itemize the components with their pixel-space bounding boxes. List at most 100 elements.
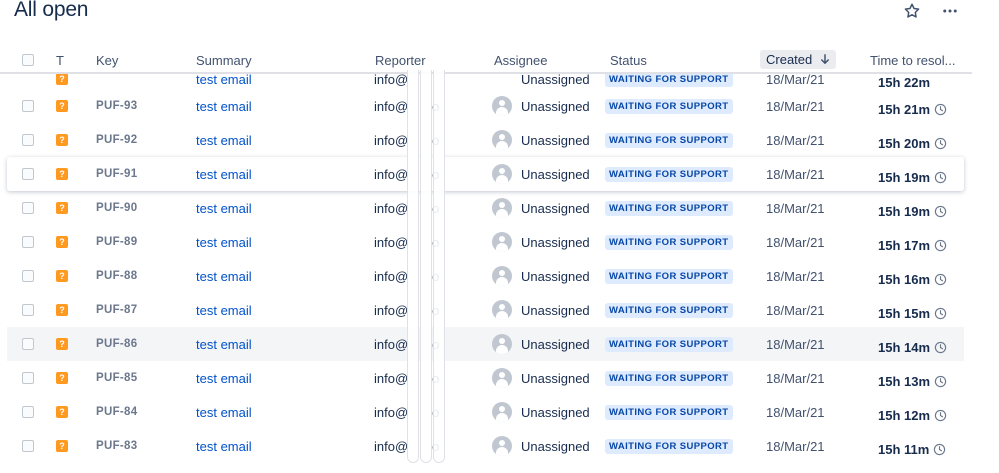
status-badge: WAITING FOR SUPPORT — [605, 370, 733, 386]
avatar — [492, 300, 512, 320]
reporter-text: info@ — [374, 404, 409, 420]
column-reporter[interactable]: Reporter — [375, 53, 426, 68]
assignee-cell[interactable]: Unassigned — [492, 429, 590, 463]
assignee-cell[interactable]: Unassigned — [492, 89, 590, 123]
column-summary[interactable]: Summary — [196, 53, 252, 68]
table-row[interactable]: ? PUF-87 test email info@ o Unassigned WA… — [7, 293, 964, 327]
table-row[interactable]: ? PUF-90 test email info@ o Unassigned WA… — [7, 191, 964, 225]
issue-key[interactable]: PUF-86 — [96, 327, 137, 361]
reporter-text: info@ — [374, 234, 409, 250]
assignee-cell[interactable]: Unassigned — [492, 225, 590, 259]
summary-link[interactable]: test email — [196, 225, 252, 259]
assignee-cell[interactable]: Unassigned — [492, 293, 590, 327]
summary-link[interactable]: test email — [196, 157, 252, 191]
reporter-text-tail: o — [432, 200, 440, 216]
issue-key[interactable]: PUF-91 — [96, 157, 137, 191]
table-row[interactable]: ? PUF-86 test email info@ o Unassigned WA… — [7, 327, 964, 361]
clock-icon — [934, 137, 947, 149]
row-checkbox[interactable] — [22, 134, 34, 146]
avatar — [492, 96, 512, 116]
summary-link[interactable]: test email — [196, 429, 252, 463]
assignee-cell[interactable]: Unassigned — [492, 361, 590, 395]
table-row[interactable]: ? PUF-85 test email info@ o Unassigned WA… — [7, 361, 964, 395]
created-date: 18/Mar/21 — [766, 132, 825, 148]
question-icon: ? — [56, 236, 68, 248]
column-type[interactable]: T — [56, 53, 64, 68]
row-checkbox[interactable] — [22, 304, 34, 316]
assignee-cell[interactable]: Unassigned — [492, 157, 590, 191]
status-badge: WAITING FOR SUPPORT — [605, 302, 733, 318]
row-checkbox[interactable] — [22, 270, 34, 282]
time-text: 15h 19m — [878, 169, 931, 185]
time-to-resolution: 15h 13m — [878, 364, 947, 398]
assignee-cell[interactable]: Unassigned — [492, 191, 590, 225]
question-icon: ? — [56, 74, 68, 85]
row-checkbox[interactable] — [22, 338, 34, 350]
time-to-resolution: 15h 17m — [878, 228, 947, 262]
table-row[interactable]: ? PUF-83 test email info@ o Unassigned WA… — [7, 429, 964, 463]
summary-link[interactable]: test email — [196, 89, 252, 123]
row-checkbox[interactable] — [22, 202, 34, 214]
summary-link[interactable]: test email — [196, 259, 252, 293]
column-assignee[interactable]: Assignee — [494, 53, 547, 68]
issue-key[interactable]: PUF-88 — [96, 259, 137, 293]
assignee-cell[interactable]: Unassigned — [492, 327, 590, 361]
reporter-text-tail: o — [432, 166, 440, 182]
select-all-checkbox[interactable] — [22, 54, 34, 66]
time-to-resolution: 15h 21m — [878, 92, 947, 126]
time-to-resolution: 15h 19m — [878, 160, 947, 194]
summary-link[interactable]: test email — [196, 361, 252, 395]
row-checkbox[interactable] — [22, 168, 34, 180]
summary-link[interactable]: test email — [196, 395, 252, 429]
question-icon: ? — [56, 372, 68, 384]
assignee-cell[interactable]: Unassigned — [492, 395, 590, 429]
issue-key[interactable]: PUF-92 — [96, 123, 137, 157]
time-to-resolution: 15h 12m — [878, 398, 947, 432]
summary-link[interactable]: test email — [196, 327, 252, 361]
issue-key[interactable]: PUF-84 — [96, 395, 137, 429]
issue-key[interactable]: PUF-89 — [96, 225, 137, 259]
table-row[interactable]: ? PUF-89 test email info@ o Unassigned WA… — [7, 225, 964, 259]
table-row[interactable]: ? PUF-93 test email info@ o Unassigned WA… — [7, 89, 964, 123]
summary-link[interactable]: test email — [196, 293, 252, 327]
column-status[interactable]: Status — [610, 53, 647, 68]
assignee-cell[interactable]: Unassigned — [492, 123, 590, 157]
row-checkbox[interactable] — [22, 236, 34, 248]
row-checkbox[interactable] — [22, 406, 34, 418]
assignee-text: Unassigned — [521, 336, 590, 352]
assignee-text: Unassigned — [521, 98, 590, 114]
reporter-text: info@ — [374, 200, 409, 216]
summary-link[interactable]: test email — [196, 191, 252, 225]
column-key[interactable]: Key — [96, 53, 118, 68]
time-text: 15h 11m — [878, 441, 930, 457]
assignee-cell[interactable]: Unassigned — [492, 259, 590, 293]
column-time-to-resolution[interactable]: Time to resol... — [870, 53, 955, 68]
assignee-text: Unassigned — [521, 438, 590, 454]
row-checkbox[interactable] — [22, 440, 34, 452]
column-created[interactable]: Created — [760, 50, 836, 69]
avatar — [492, 164, 512, 184]
reporter-text: info@ — [374, 438, 409, 454]
table-row[interactable]: ? PUF-92 test email info@ o Unassigned WA… — [7, 123, 964, 157]
question-icon: ? — [56, 134, 68, 146]
issue-key[interactable]: PUF-90 — [96, 191, 137, 225]
assignee-text: Unassigned — [521, 234, 590, 250]
issue-key[interactable]: PUF-93 — [96, 89, 137, 123]
row-checkbox[interactable] — [22, 100, 34, 112]
table-row[interactable]: ? PUF-91 test email info@ o Unassigned WA… — [7, 157, 964, 191]
issue-key[interactable]: PUF-87 — [96, 293, 137, 327]
issue-key[interactable]: PUF-83 — [96, 429, 137, 463]
row-checkbox[interactable] — [22, 372, 34, 384]
time-text: 15h 20m — [878, 135, 931, 151]
time-text: 15h 13m — [878, 373, 931, 389]
reporter-text: info@ — [374, 336, 409, 352]
table-row[interactable]: ? PUF-84 test email info@ o Unassigned WA… — [7, 395, 964, 429]
issue-key[interactable]: PUF-85 — [96, 361, 137, 395]
table-row[interactable]: ? PUF-88 test email info@ o Unassigned WA… — [7, 259, 964, 293]
question-icon: ? — [56, 270, 68, 282]
created-date: 18/Mar/21 — [766, 98, 825, 114]
reporter-cell: info@ o — [374, 361, 439, 395]
summary-link[interactable]: test email — [196, 123, 252, 157]
more-button[interactable] — [939, 0, 961, 22]
star-button[interactable] — [901, 0, 923, 22]
